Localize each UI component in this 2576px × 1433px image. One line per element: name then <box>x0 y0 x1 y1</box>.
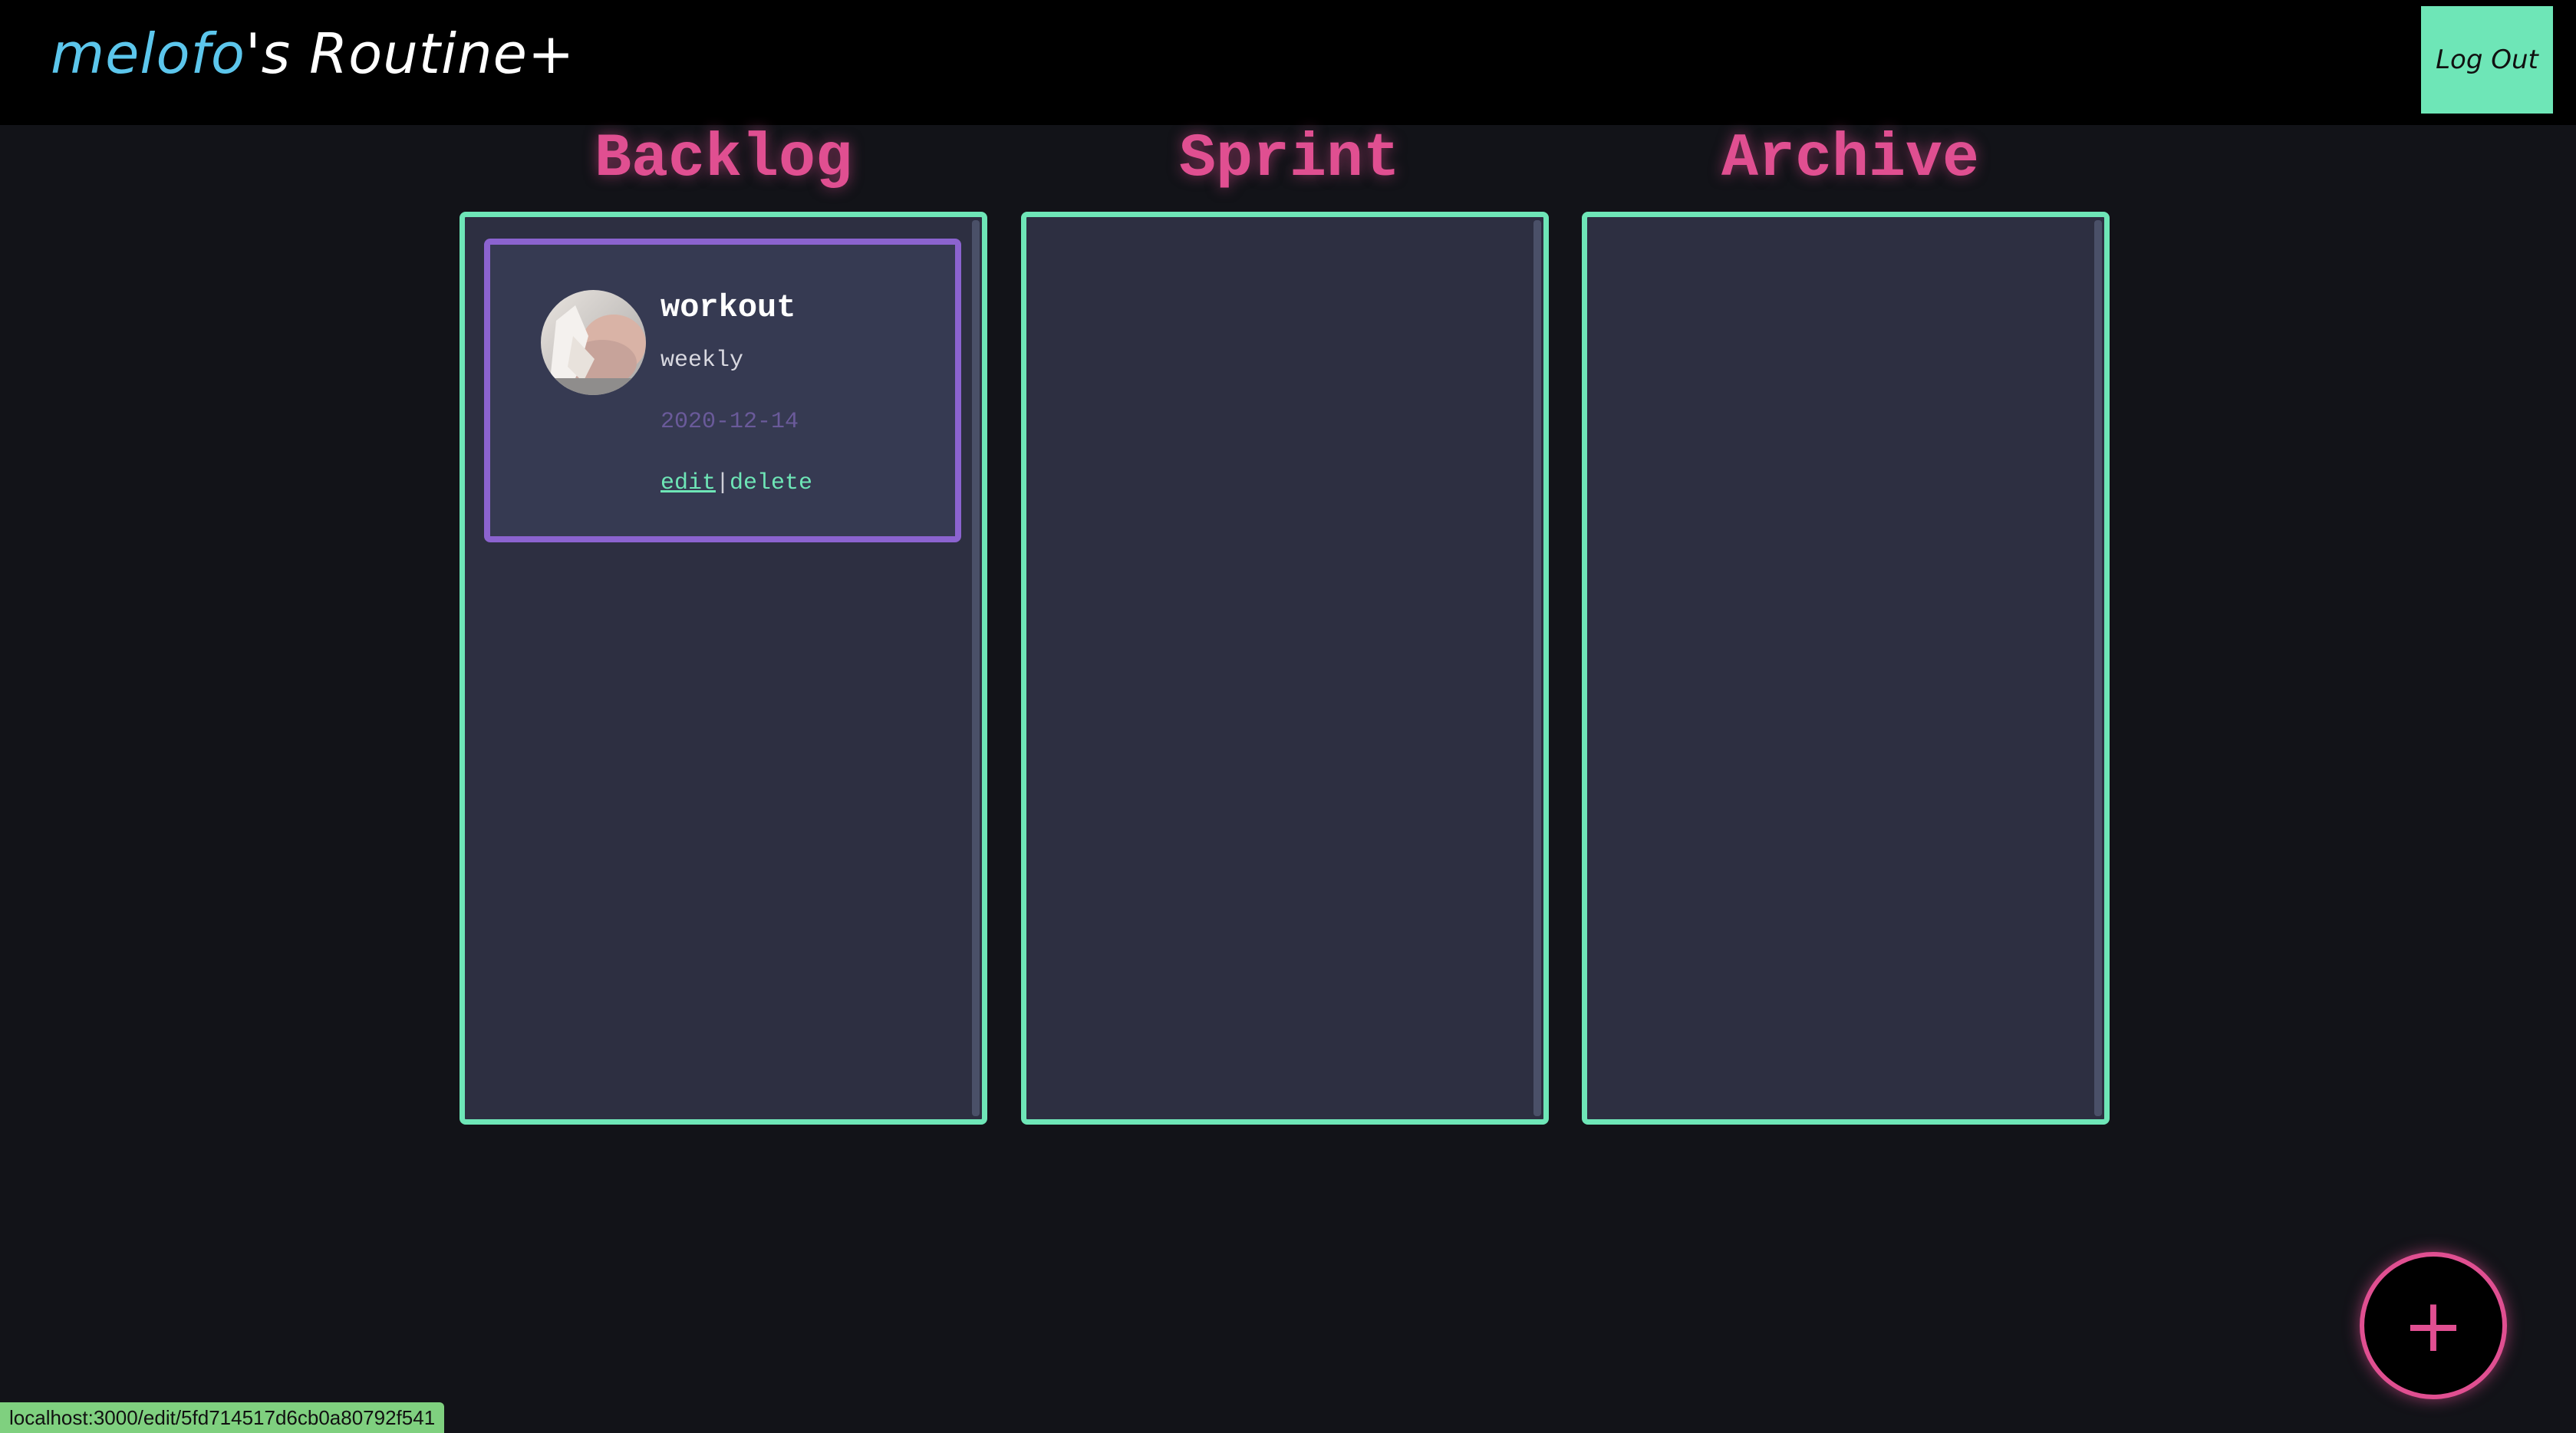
column-title-backlog: Backlog <box>594 124 853 194</box>
backlog-scrollbar[interactable] <box>972 220 980 1116</box>
edit-link[interactable]: edit <box>660 470 716 496</box>
task-avatar <box>541 290 646 395</box>
task-date: 2020-12-14 <box>660 409 799 435</box>
backlog-column[interactable]: workout weekly 2020-12-14 edit|delete <box>460 212 987 1125</box>
top-bar: melofo's Routine+ Log Out <box>0 0 2576 125</box>
delete-link[interactable]: delete <box>730 470 812 496</box>
archive-scrollbar[interactable] <box>2094 220 2102 1116</box>
sprint-scrollbar[interactable] <box>1533 220 1541 1116</box>
title-suffix: 's Routine+ <box>245 21 575 86</box>
column-title-sprint: Sprint <box>1178 124 1401 194</box>
plus-icon: + <box>2402 1283 2465 1369</box>
archive-column[interactable] <box>1582 212 2110 1125</box>
task-frequency: weekly <box>660 348 744 374</box>
action-separator: | <box>716 470 730 496</box>
task-card[interactable]: workout weekly 2020-12-14 edit|delete <box>484 239 961 542</box>
task-actions: edit|delete <box>660 470 812 496</box>
status-bar-url: localhost:3000/edit/5fd714517d6cb0a80792… <box>0 1402 445 1433</box>
app-title: melofo's Routine+ <box>51 21 575 86</box>
task-title: workout <box>660 289 796 326</box>
sprint-column[interactable] <box>1021 212 1549 1125</box>
workout-photo-icon <box>541 290 646 395</box>
logout-button[interactable]: Log Out <box>2421 6 2553 114</box>
username: melofo <box>51 21 245 86</box>
add-task-button[interactable]: + <box>2360 1252 2507 1399</box>
column-title-archive: Archive <box>1721 124 1980 194</box>
